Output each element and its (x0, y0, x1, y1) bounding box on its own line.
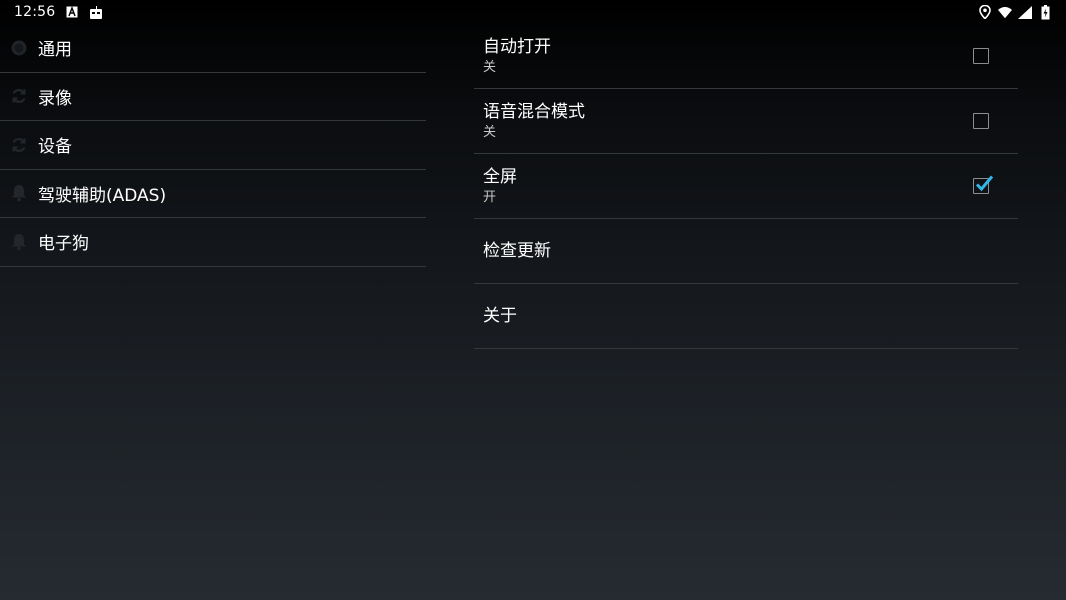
fullscreen-checkbox[interactable] (973, 175, 994, 194)
bell-icon (0, 184, 38, 202)
pref-summary: 关 (483, 124, 497, 140)
font-a-icon (65, 5, 79, 19)
voice-mix-mode-checkbox[interactable] (973, 113, 989, 129)
category-label: 驾驶辅助(ADAS) (38, 185, 167, 206)
pref-summary: 关 (483, 59, 497, 75)
status-left: 12:56 (14, 4, 103, 20)
preference-list: 自动打开 关 语音混合模式 关 全屏 开 检查更新 关于 (474, 24, 1018, 349)
pref-fullscreen[interactable]: 全屏 开 (474, 154, 1018, 219)
status-right (978, 4, 1052, 19)
pref-voice-mix-mode[interactable]: 语音混合模式 关 (474, 89, 1018, 154)
wifi-icon (998, 5, 1012, 19)
robot-icon (89, 5, 103, 19)
category-label: 设备 (38, 137, 72, 158)
category-item-device[interactable]: 设备 (0, 121, 426, 170)
checkmark-icon (975, 175, 994, 192)
category-label: 录像 (38, 88, 72, 109)
pref-title: 检查更新 (483, 241, 551, 261)
status-bar: 12:56 (0, 0, 1066, 24)
pref-title: 自动打开 (483, 36, 551, 57)
location-icon (978, 5, 992, 19)
category-list: 通用 录像 设备 驾驶辅助(ADAS) 电子狗 (0, 24, 426, 267)
pref-summary: 开 (483, 189, 497, 205)
category-label: 电子狗 (38, 234, 89, 255)
pref-check-update[interactable]: 检查更新 (474, 219, 1018, 284)
sync-icon (0, 87, 38, 105)
status-clock: 12:56 (14, 4, 56, 20)
cell-signal-icon (1018, 5, 1032, 19)
settings-icon (0, 39, 38, 57)
battery-charging-icon (1038, 4, 1052, 19)
bell-icon (0, 233, 38, 251)
pref-title: 全屏 (483, 166, 517, 187)
sync-icon (0, 136, 38, 154)
category-label: 通用 (38, 40, 72, 61)
category-item-adas[interactable]: 驾驶辅助(ADAS) (0, 170, 426, 218)
pref-about[interactable]: 关于 (474, 284, 1018, 349)
pref-title: 关于 (483, 306, 517, 326)
category-item-general[interactable]: 通用 (0, 24, 426, 73)
pref-auto-open[interactable]: 自动打开 关 (474, 24, 1018, 89)
pref-title: 语音混合模式 (483, 101, 585, 122)
category-item-e-dog[interactable]: 电子狗 (0, 218, 426, 267)
category-item-recording[interactable]: 录像 (0, 73, 426, 121)
auto-open-checkbox[interactable] (973, 48, 989, 64)
